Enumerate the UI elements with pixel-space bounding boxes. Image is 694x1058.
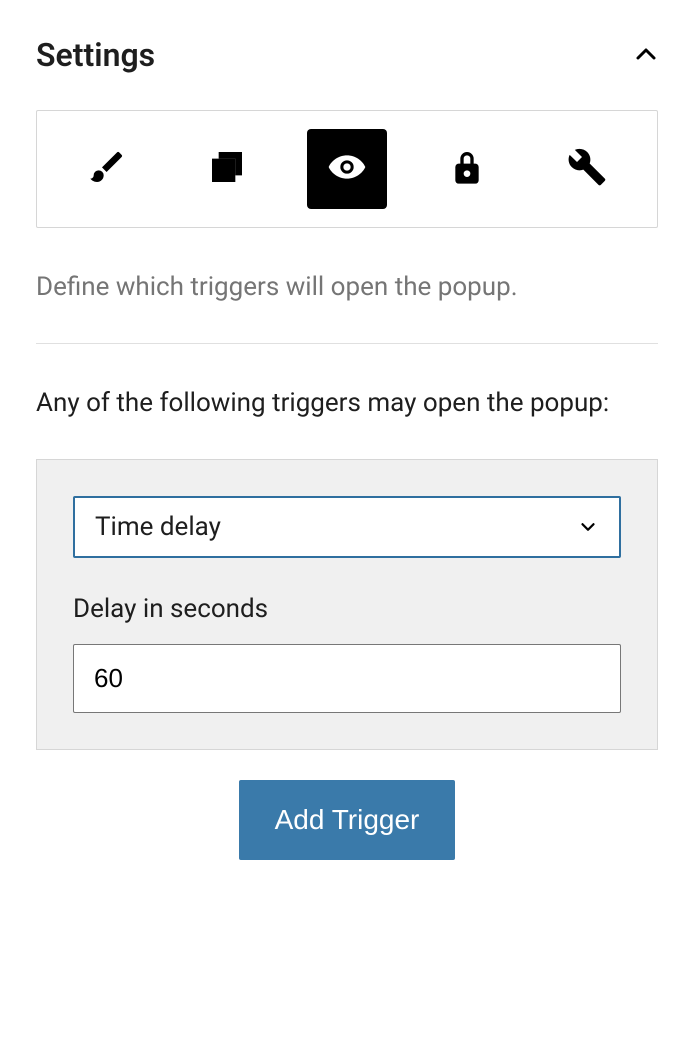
- eye-icon: [327, 147, 367, 191]
- tab-advanced[interactable]: [547, 129, 627, 209]
- divider: [36, 343, 658, 344]
- settings-tab-row: [36, 110, 658, 228]
- triggers-subtitle: Any of the following triggers may open t…: [36, 384, 658, 423]
- button-row: Add Trigger: [36, 780, 658, 860]
- tab-triggers[interactable]: [307, 129, 387, 209]
- panel-header[interactable]: Settings: [36, 36, 658, 74]
- collapse-chevron-icon[interactable]: [634, 43, 658, 67]
- trigger-type-select[interactable]: Time delay: [73, 496, 621, 558]
- add-trigger-button[interactable]: Add Trigger: [239, 780, 456, 860]
- delay-input[interactable]: [73, 644, 621, 713]
- trigger-card: Time delay Delay in seconds: [36, 459, 658, 750]
- wrench-icon: [567, 147, 607, 191]
- tab-rules[interactable]: [427, 129, 507, 209]
- brush-icon: [87, 147, 127, 191]
- panel-title: Settings: [36, 36, 155, 74]
- chevron-down-icon: [577, 516, 599, 538]
- delay-label: Delay in seconds: [73, 594, 621, 624]
- trigger-type-value: Time delay: [95, 512, 577, 542]
- lock-icon: [447, 147, 487, 191]
- tab-layers[interactable]: [187, 129, 267, 209]
- layers-icon: [207, 147, 247, 191]
- tab-appearance[interactable]: [67, 129, 147, 209]
- panel-description: Define which triggers will open the popu…: [36, 268, 658, 307]
